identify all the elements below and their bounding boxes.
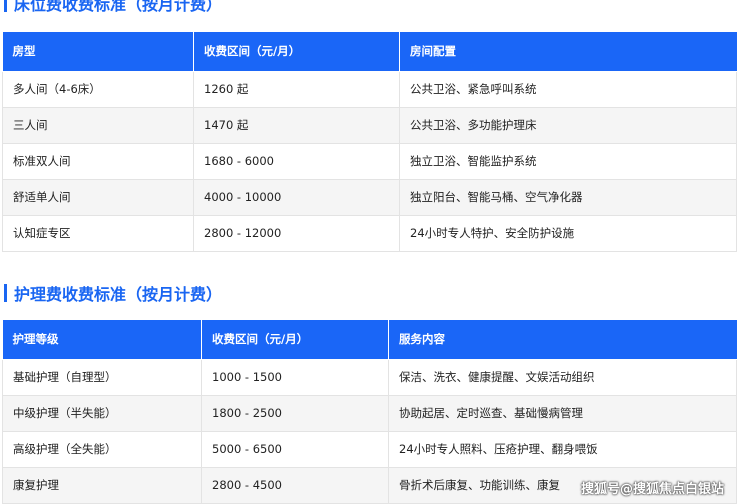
room-config-cell: 独立卫浴、智能监护系统	[399, 142, 737, 180]
service-content-cell: 24小时专人照料、压疮护理、翻身喂饭	[388, 430, 737, 468]
fee-range-cell: 1000 - 1500	[201, 358, 389, 396]
care-level-cell: 中级护理（半失能）	[2, 394, 202, 432]
table-row: 认知症专区 2800 - 12000 24小时专人特护、安全防护设施	[2, 214, 737, 252]
fee-range-cell: 2800 - 4500	[201, 466, 389, 504]
watermark: 搜狐号@搜狐焦点白银站	[580, 482, 724, 497]
fee-range-cell: 1800 - 2500	[201, 394, 389, 432]
bed-fee-title-text: 床位费收费标准（按月计费）	[14, 0, 223, 14]
nursing-fee-section-title: 护理费收费标准（按月计费）	[4, 281, 222, 305]
column-header-room-type: 房型	[2, 32, 194, 72]
bed-fee-table: 房型 收费区间（元/月） 房间配置 多人间（4-6床） 1260 起 公共卫浴、…	[2, 32, 737, 252]
bed-fee-section-title: 床位费收费标准（按月计费）	[4, 0, 222, 15]
column-header-fee-range: 收费区间（元/月）	[201, 320, 389, 360]
fee-range-cell: 4000 - 10000	[193, 178, 400, 216]
room-type-cell: 舒适单人间	[2, 178, 194, 216]
room-type-cell: 多人间（4-6床）	[2, 70, 194, 108]
nursing-fee-table: 护理等级 收费区间（元/月） 服务内容 基础护理（自理型） 1000 - 150…	[2, 320, 737, 504]
care-level-cell: 高级护理（全失能）	[2, 430, 202, 468]
nursing-fee-title-text: 护理费收费标准（按月计费）	[14, 285, 223, 304]
fee-range-cell: 5000 - 6500	[201, 430, 389, 468]
fee-range-cell: 1680 - 6000	[193, 142, 400, 180]
table-row: 三人间 1470 起 公共卫浴、多功能护理床	[2, 106, 737, 144]
column-header-fee-range: 收费区间（元/月）	[193, 32, 400, 72]
column-header-service-content: 服务内容	[388, 320, 737, 360]
table-row: 多人间（4-6床） 1260 起 公共卫浴、紧急呼叫系统	[2, 70, 737, 108]
fee-range-cell: 1470 起	[193, 106, 400, 144]
column-header-care-level: 护理等级	[2, 320, 202, 360]
room-config-cell: 24小时专人特护、安全防护设施	[399, 214, 737, 252]
title-accent-bar	[4, 0, 7, 12]
care-level-cell: 康复护理	[2, 466, 202, 504]
service-content-cell: 协助起居、定时巡查、基础慢病管理	[388, 394, 737, 432]
table-row: 基础护理（自理型） 1000 - 1500 保洁、洗衣、健康提醒、文娱活动组织	[2, 358, 737, 396]
room-type-cell: 标准双人间	[2, 142, 194, 180]
fee-range-cell: 2800 - 12000	[193, 214, 400, 252]
column-header-room-config: 房间配置	[399, 32, 737, 72]
room-config-cell: 公共卫浴、多功能护理床	[399, 106, 737, 144]
table-row: 中级护理（半失能） 1800 - 2500 协助起居、定时巡查、基础慢病管理	[2, 394, 737, 432]
room-type-cell: 三人间	[2, 106, 194, 144]
fee-range-cell: 1260 起	[193, 70, 400, 108]
title-accent-bar	[4, 284, 7, 302]
room-type-cell: 认知症专区	[2, 214, 194, 252]
table-header-row: 房型 收费区间（元/月） 房间配置	[2, 32, 737, 72]
table-row: 标准双人间 1680 - 6000 独立卫浴、智能监护系统	[2, 142, 737, 180]
table-row: 高级护理（全失能） 5000 - 6500 24小时专人照料、压疮护理、翻身喂饭	[2, 430, 737, 468]
room-config-cell: 公共卫浴、紧急呼叫系统	[399, 70, 737, 108]
care-level-cell: 基础护理（自理型）	[2, 358, 202, 396]
service-content-cell: 保洁、洗衣、健康提醒、文娱活动组织	[388, 358, 737, 396]
table-row: 舒适单人间 4000 - 10000 独立阳台、智能马桶、空气净化器	[2, 178, 737, 216]
table-header-row: 护理等级 收费区间（元/月） 服务内容	[2, 320, 737, 360]
room-config-cell: 独立阳台、智能马桶、空气净化器	[399, 178, 737, 216]
